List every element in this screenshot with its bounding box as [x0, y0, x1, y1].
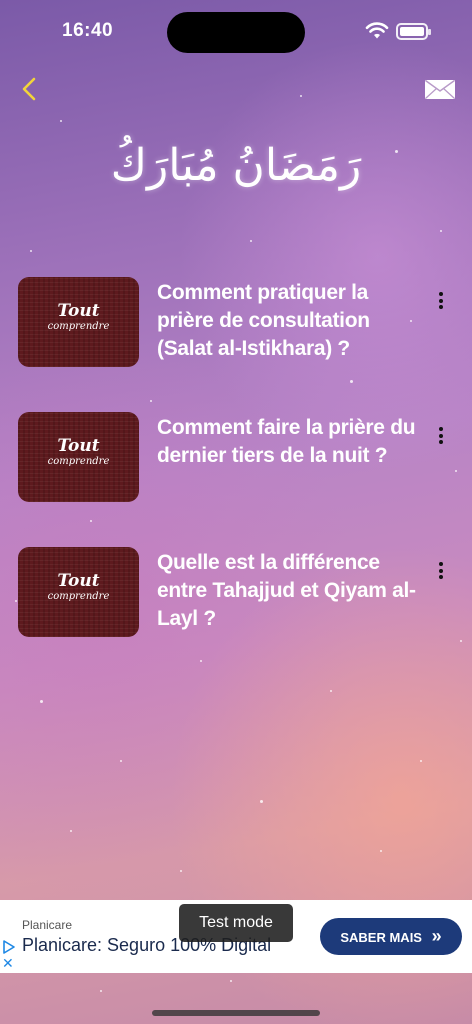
more-vertical-icon [431, 562, 451, 579]
ad-cta-button[interactable]: SABER MAIS » [320, 918, 462, 955]
status-bar: 16:40 [0, 0, 472, 60]
ad-choices-icon[interactable] [2, 940, 16, 954]
ramadan-mubarak-calligraphy: رَمَضَانُ مُبَارَكُ [110, 140, 362, 191]
more-options-button[interactable] [431, 425, 451, 449]
home-indicator[interactable] [152, 1010, 320, 1016]
thumbnail-subtitle: comprendre [47, 321, 110, 332]
thumbnail-title: Tout [57, 436, 100, 456]
back-button[interactable] [16, 74, 46, 104]
video-title: Comment pratiquer la prière de consultat… [157, 281, 370, 360]
thumbnail-subtitle: comprendre [47, 591, 110, 602]
dynamic-island [167, 12, 305, 53]
video-thumbnail: Tout comprendre [18, 547, 139, 637]
ad-advertiser: Planicare [22, 918, 73, 932]
wifi-icon [365, 22, 389, 39]
battery-icon [396, 23, 431, 40]
list-item[interactable]: Tout comprendre Comment pratiquer la pri… [0, 276, 472, 376]
ad-cta-label: SABER MAIS [340, 930, 422, 945]
more-vertical-icon [431, 427, 451, 444]
list-item[interactable]: Tout comprendre Quelle est la différence… [0, 546, 472, 646]
test-mode-label: Test mode [179, 904, 293, 942]
mail-button[interactable] [424, 78, 458, 102]
more-vertical-icon [431, 292, 451, 309]
thumbnail-title: Tout [57, 301, 100, 321]
video-title: Quelle est la différence entre Tahajjud … [157, 551, 416, 630]
more-options-button[interactable] [431, 290, 451, 314]
video-title: Comment faire la prière du dernier tiers… [157, 416, 416, 467]
thumbnail-subtitle: comprendre [47, 456, 110, 467]
more-options-button[interactable] [431, 560, 451, 584]
list-item[interactable]: Tout comprendre Comment faire la prière … [0, 411, 472, 511]
thumbnail-title: Tout [57, 571, 100, 591]
video-thumbnail: Tout comprendre [18, 412, 139, 502]
envelope-icon [425, 79, 455, 99]
video-thumbnail: Tout comprendre [18, 277, 139, 367]
ad-close-icon[interactable]: ✕ [2, 956, 16, 970]
chevron-left-icon [22, 77, 36, 101]
status-time: 16:40 [62, 20, 114, 41]
double-chevron-right-icon: » [431, 926, 442, 946]
